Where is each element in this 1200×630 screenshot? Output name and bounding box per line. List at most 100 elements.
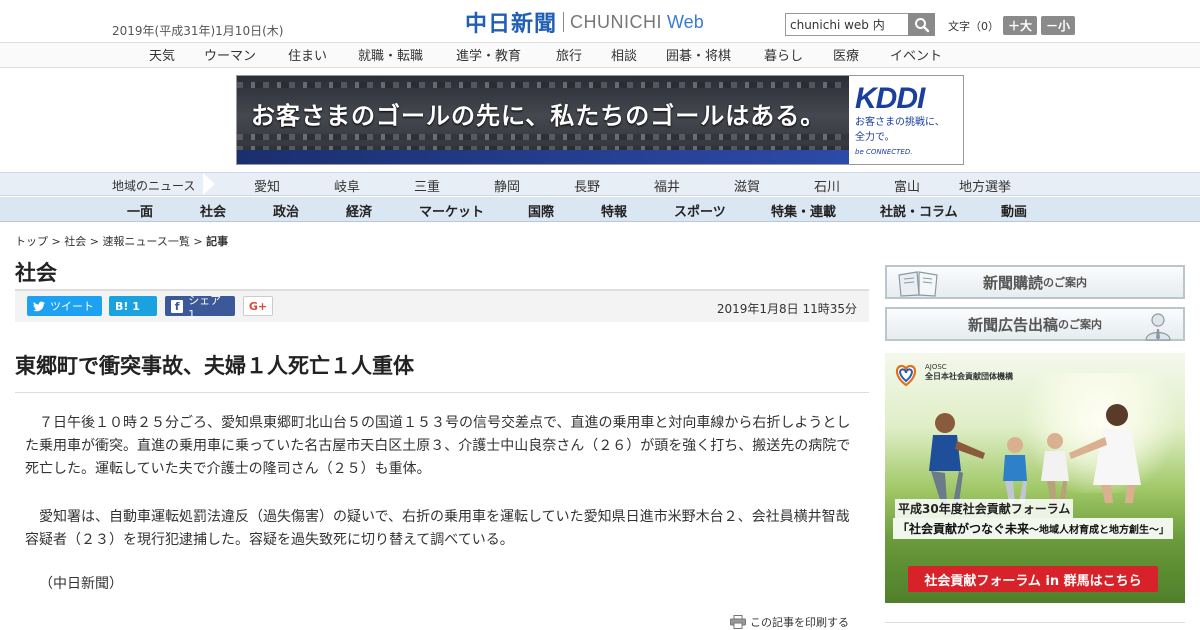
kddi-banner-ad[interactable]: お客さまのゴールの先に、私たちのゴールはある。 KDDI お客さまの挑戦に、 全… <box>236 75 964 165</box>
font-size-label: 文字（0） <box>948 19 999 33</box>
breadcrumb-separator: > <box>48 235 65 248</box>
cat-sports[interactable]: スポーツ <box>674 201 726 220</box>
breadcrumb: トップ > 社会 > 速報ニュース一覧 > 記事 <box>15 233 228 249</box>
service-nav: 天気 ウーマン 住まい 就職・転職 進学・教育 旅行 相談 囲碁・将棋 暮らし … <box>0 43 1200 68</box>
print-label: この記事を印刷する <box>750 616 849 629</box>
subscribe-button[interactable]: 新聞購読 のご案内 <box>885 265 1185 299</box>
section-title: 社会 <box>15 261 57 285</box>
ad-title-2: 「社会貢献がつなぐ未来～地域人材育成と地方創生～」 <box>893 518 1174 539</box>
sidebar-divider <box>885 622 1185 623</box>
banner-copy: お客さまのゴールの先に、私たちのゴールはある。 <box>251 102 826 130</box>
advertise-sub: のご案内 <box>1058 318 1102 331</box>
nav-woman[interactable]: ウーマン <box>204 45 256 64</box>
site-logo[interactable]: 中日新聞 CHUNICHI Web <box>465 8 704 37</box>
cat-editorial[interactable]: 社説・コラム <box>880 201 958 220</box>
article-headline: 東郷町で衝突事故、夫婦１人死亡１人重体 <box>15 350 869 393</box>
cat-market[interactable]: マーケット <box>419 201 484 220</box>
region-aichi[interactable]: 愛知 <box>254 176 280 195</box>
search-input[interactable] <box>785 13 908 36</box>
forum-gunma-button[interactable]: 社会貢献フォーラム in 群馬はこちら <box>908 566 1158 592</box>
font-larger-button[interactable]: ＋大 <box>1003 16 1038 35</box>
search-button[interactable] <box>908 13 935 36</box>
breadcrumb-separator: > <box>86 235 103 248</box>
ad-organization: AJOSC 全日本社会貢献団体機構 <box>925 363 1013 382</box>
region-fukui[interactable]: 福井 <box>654 176 680 195</box>
font-smaller-button[interactable]: －小 <box>1041 16 1076 35</box>
advertise-label: 新聞広告出稿 <box>967 315 1058 334</box>
subscribe-sub: のご案内 <box>1043 276 1087 289</box>
site-search <box>785 13 935 36</box>
category-nav: 一面 社会 政治 経済 マーケット 国際 特報 スポーツ 特集・連載 社説・コラ… <box>0 197 1200 222</box>
cat-society[interactable]: 社会 <box>200 201 226 220</box>
nav-events[interactable]: イベント <box>890 45 942 64</box>
cat-video[interactable]: 動画 <box>1001 201 1027 220</box>
region-shiga[interactable]: 滋賀 <box>734 176 760 195</box>
region-toyama[interactable]: 富山 <box>894 176 920 195</box>
banner-image: お客さまのゴールの先に、私たちのゴールはある。 <box>237 76 849 164</box>
cat-politics[interactable]: 政治 <box>273 201 299 220</box>
twitter-icon <box>33 301 45 311</box>
nav-living[interactable]: 暮らし <box>764 45 803 64</box>
cat-front[interactable]: 一面 <box>127 201 153 220</box>
article-timestamp: 2019年1月8日 11時35分 <box>716 302 857 316</box>
advertise-button[interactable]: 新聞広告出稿 のご案内 <box>885 307 1185 341</box>
facebook-label: シェア 1 <box>188 293 222 321</box>
nav-travel[interactable]: 旅行 <box>556 45 582 64</box>
breadcrumb-news-list[interactable]: 速報ニュース一覧 <box>102 235 189 248</box>
banner-sub-1: お客さまの挑戦に、 <box>855 117 945 128</box>
cat-features[interactable]: 特集・連載 <box>771 201 836 220</box>
family-photo <box>929 404 1141 503</box>
nav-go-shogi[interactable]: 囲碁・将棋 <box>666 45 731 64</box>
current-date: 2019年(平成31年)1月10日(木) <box>112 24 284 38</box>
nav-housing[interactable]: 住まい <box>288 45 327 64</box>
person-icon <box>1145 313 1171 341</box>
nav-weather[interactable]: 天気 <box>149 45 175 64</box>
newspaper-icon <box>898 271 938 297</box>
subscribe-label: 新聞購読 <box>982 273 1043 292</box>
kddi-logo: KDDI <box>855 82 925 115</box>
article-source: （中日新聞） <box>39 576 123 592</box>
ad-title-2-sub: ～地域人材育成と地方創生～」 <box>1029 525 1170 536</box>
share-bar: ツイート B! 1 f シェア 1 G+ 2019年1月8日 11時35分 <box>15 289 869 322</box>
breadcrumb-separator: > <box>189 235 207 248</box>
tweet-label: ツイート <box>50 300 94 313</box>
forum-ad-banner[interactable]: AJOSC 全日本社会貢献団体機構 平成30年度社会貢献フォーラム 「社会貢献が… <box>885 353 1185 603</box>
region-nav-arrow <box>203 173 215 195</box>
logo-separator <box>563 12 565 32</box>
region-nav: 地域のニュース 愛知 岐阜 三重 静岡 長野 福井 滋賀 石川 富山 地方選挙 <box>0 172 1200 196</box>
ad-org-en: AJOSC <box>925 363 947 371</box>
search-icon <box>914 17 929 32</box>
facebook-share-button[interactable]: f シェア 1 <box>165 294 235 321</box>
region-gifu[interactable]: 岐阜 <box>334 176 360 195</box>
region-mie[interactable]: 三重 <box>414 176 440 195</box>
ad-title-1: 平成30年度社会貢献フォーラム <box>895 499 1074 518</box>
cat-world[interactable]: 国際 <box>528 201 554 220</box>
banner-sub-2: 全力で。 <box>855 132 895 143</box>
cat-special[interactable]: 特報 <box>601 201 627 220</box>
tweet-button[interactable]: ツイート <box>27 296 102 316</box>
print-article-link[interactable]: この記事を印刷する <box>730 614 849 630</box>
region-nagano[interactable]: 長野 <box>574 176 600 195</box>
breadcrumb-top[interactable]: トップ <box>15 235 48 248</box>
logo-english: CHUNICHI <box>570 11 663 32</box>
nav-medical[interactable]: 医療 <box>833 45 859 64</box>
printer-icon <box>730 615 746 629</box>
nav-consult[interactable]: 相談 <box>611 45 637 64</box>
ad-title-2-main: 「社会貢献がつなぐ未来 <box>897 522 1030 536</box>
banner-brand: KDDI お客さまの挑戦に、 全力で。 be CONNECTED. <box>849 76 963 164</box>
ad-org-jp: 全日本社会貢献団体機構 <box>925 372 1013 381</box>
region-ishikawa[interactable]: 石川 <box>814 176 840 195</box>
font-size-control: 文字（0） ＋大 －小 <box>948 16 1076 35</box>
nav-jobs[interactable]: 就職・転職 <box>358 45 423 64</box>
hatena-label: B! 1 <box>115 299 140 313</box>
region-elections[interactable]: 地方選挙 <box>959 176 1011 195</box>
nav-education[interactable]: 進学・教育 <box>456 45 521 64</box>
google-plus-button[interactable]: G+ <box>243 296 273 316</box>
breadcrumb-society[interactable]: 社会 <box>64 235 86 248</box>
cat-economy[interactable]: 経済 <box>346 201 372 220</box>
hatena-bookmark-button[interactable]: B! 1 <box>109 296 157 316</box>
region-shizuoka[interactable]: 静岡 <box>494 176 520 195</box>
site-header: 2019年(平成31年)1月10日(木) 中日新聞 CHUNICHI Web 文… <box>0 0 1200 43</box>
logo-japanese: 中日新聞 <box>465 11 558 37</box>
article-paragraph: ７日午後１０時２５分ごろ、愛知県東郷町北山台５の国道１５３号の信号交差点で、直進… <box>25 415 851 477</box>
